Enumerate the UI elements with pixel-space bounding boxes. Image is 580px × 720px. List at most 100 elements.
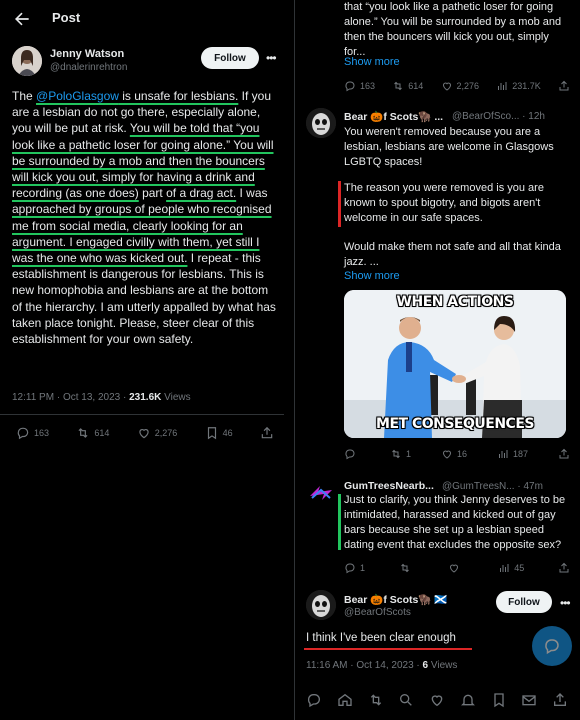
reply-icon [17, 427, 29, 440]
post-text-segment: part [138, 186, 167, 201]
like-button[interactable]: 16 [441, 448, 467, 460]
author-name[interactable]: Bear 🎃f Scots🦬 ... [344, 110, 443, 123]
repost-count: 614 [94, 428, 110, 438]
highlight-bar [338, 494, 341, 550]
share-button[interactable] [558, 80, 570, 92]
reply-icon [345, 563, 355, 574]
share-button[interactable] [558, 562, 570, 574]
like-button[interactable]: 2,276 [137, 426, 177, 440]
post-meta: 11:16 AM · Oct 14, 2023 · 6 Views [306, 660, 457, 671]
share-icon [559, 562, 569, 573]
heart-icon[interactable] [429, 692, 445, 708]
share-icon [559, 80, 569, 91]
home-icon[interactable] [337, 692, 353, 708]
like-count: 16 [456, 449, 467, 459]
post-text-segment: I was [236, 186, 268, 201]
quoted-post-text: that “you look like a pathetic loser for… [344, 1, 562, 58]
repost-icon [78, 428, 88, 438]
mail-icon[interactable] [521, 692, 537, 708]
post-text-segment: is unsafe for lesbians. [118, 89, 239, 103]
reply-count: 1 [360, 563, 366, 573]
author-name[interactable]: GumTreesNearb... [344, 480, 434, 492]
repost-count: 1 [405, 449, 411, 459]
repost-icon [400, 563, 409, 573]
analytics-icon [498, 82, 507, 90]
avatar[interactable] [306, 108, 336, 138]
reply-text: Just to clarify, you think Jenny deserve… [344, 494, 566, 551]
repost-icon [394, 81, 403, 91]
show-more-link[interactable]: Show more [344, 56, 400, 68]
author-handle[interactable]: @GumTreesN... · 47m [442, 481, 543, 492]
highlight-bar [338, 181, 341, 227]
view-count: 231.7K [512, 81, 541, 91]
like-count: 2,276 [456, 81, 480, 91]
bookmark-button[interactable]: 46 [205, 426, 233, 440]
like-button[interactable] [448, 562, 464, 574]
show-more-link[interactable]: Show more [344, 270, 400, 282]
repost-button[interactable]: 614 [76, 426, 109, 440]
search-icon[interactable] [398, 692, 414, 708]
reply-icon [345, 449, 355, 460]
highlight-underline [304, 648, 472, 650]
bookmark-icon[interactable] [491, 692, 507, 708]
share-button[interactable] [558, 448, 570, 460]
avatar[interactable] [306, 478, 336, 508]
views-button[interactable]: 45 [498, 562, 524, 574]
back-arrow-icon[interactable] [12, 9, 32, 29]
author-name[interactable]: Bear 🎃f Scots🦬 🏴󠁧󠁢󠁳󠁣󠁴󠁿 [344, 593, 447, 606]
follow-button[interactable]: Follow [201, 47, 259, 69]
share-icon[interactable] [552, 692, 568, 708]
reply-icon[interactable] [306, 692, 322, 708]
follow-button[interactable]: Follow [496, 591, 552, 613]
meme-bottom-caption: MET CONSEQUENCES [376, 416, 534, 432]
bottom-actions [306, 692, 568, 708]
author-handle[interactable]: @BearOfSco... · 12h [452, 111, 545, 122]
post-actions: 163 614 2,276 46 [16, 426, 274, 440]
repost-count: 614 [408, 81, 424, 91]
reply-button[interactable]: 163 [16, 426, 49, 440]
views-button[interactable]: 187 [497, 448, 528, 460]
post-header: Post [0, 0, 284, 38]
post-timestamp[interactable]: 11:16 AM · Oct 14, 2023 · [306, 660, 423, 671]
reply-button[interactable] [344, 448, 360, 460]
mention-link[interactable]: @PoloGlasgow [36, 89, 119, 103]
meme-top-caption: WHEN ACTIONS [396, 294, 514, 310]
share-icon [261, 426, 273, 439]
views-label: Views [428, 660, 458, 671]
bookmark-icon [207, 427, 216, 440]
replies-panel: that “you look like a pathetic loser for… [294, 0, 578, 720]
post-text: I think I've been clear enough [306, 632, 456, 644]
heart-icon [139, 429, 149, 439]
reply-button[interactable]: 1 [344, 562, 365, 574]
more-options-icon[interactable]: ••• [266, 51, 277, 65]
view-count: 45 [514, 563, 525, 573]
reply-count: 163 [34, 428, 50, 438]
bell-icon[interactable] [460, 692, 476, 708]
quoted-post-actions: 163 614 2,276 231.7K [344, 80, 570, 92]
reply-icon [345, 81, 355, 92]
post-timestamp[interactable]: 12:11 PM · Oct 13, 2023 · [12, 392, 129, 403]
repost-icon[interactable] [368, 692, 384, 708]
repost-button[interactable]: 614 [392, 80, 423, 92]
page-title: Post [52, 10, 81, 25]
author-handle[interactable]: @dnalerinrehtron [50, 62, 127, 73]
share-button[interactable] [260, 426, 274, 440]
avatar[interactable] [12, 46, 42, 76]
author-name[interactable]: Jenny Watson [50, 48, 124, 60]
like-button[interactable]: 2,276 [441, 80, 480, 92]
avatar[interactable] [306, 590, 336, 620]
repost-button[interactable]: 1 [390, 448, 411, 460]
share-icon [559, 448, 569, 459]
views-button[interactable]: 231.7K [496, 80, 541, 92]
post-meta: 12:11 PM · Oct 13, 2023 · 231.6K Views [12, 392, 191, 403]
post-text-segment: I repeat - this establishment is dangero… [12, 251, 276, 347]
reply-actions: 1 45 [344, 562, 570, 574]
view-count: 187 [512, 449, 529, 459]
compose-fab[interactable] [532, 626, 572, 666]
meme-image[interactable]: WHEN ACTIONS MET CONSEQUENCES [344, 290, 566, 438]
repost-button[interactable] [399, 562, 415, 574]
reply-button[interactable]: 163 [344, 80, 375, 92]
more-options-icon[interactable]: ••• [560, 596, 571, 610]
author-handle[interactable]: @BearOfScots [344, 607, 411, 618]
bookmark-count: 46 [222, 428, 233, 438]
